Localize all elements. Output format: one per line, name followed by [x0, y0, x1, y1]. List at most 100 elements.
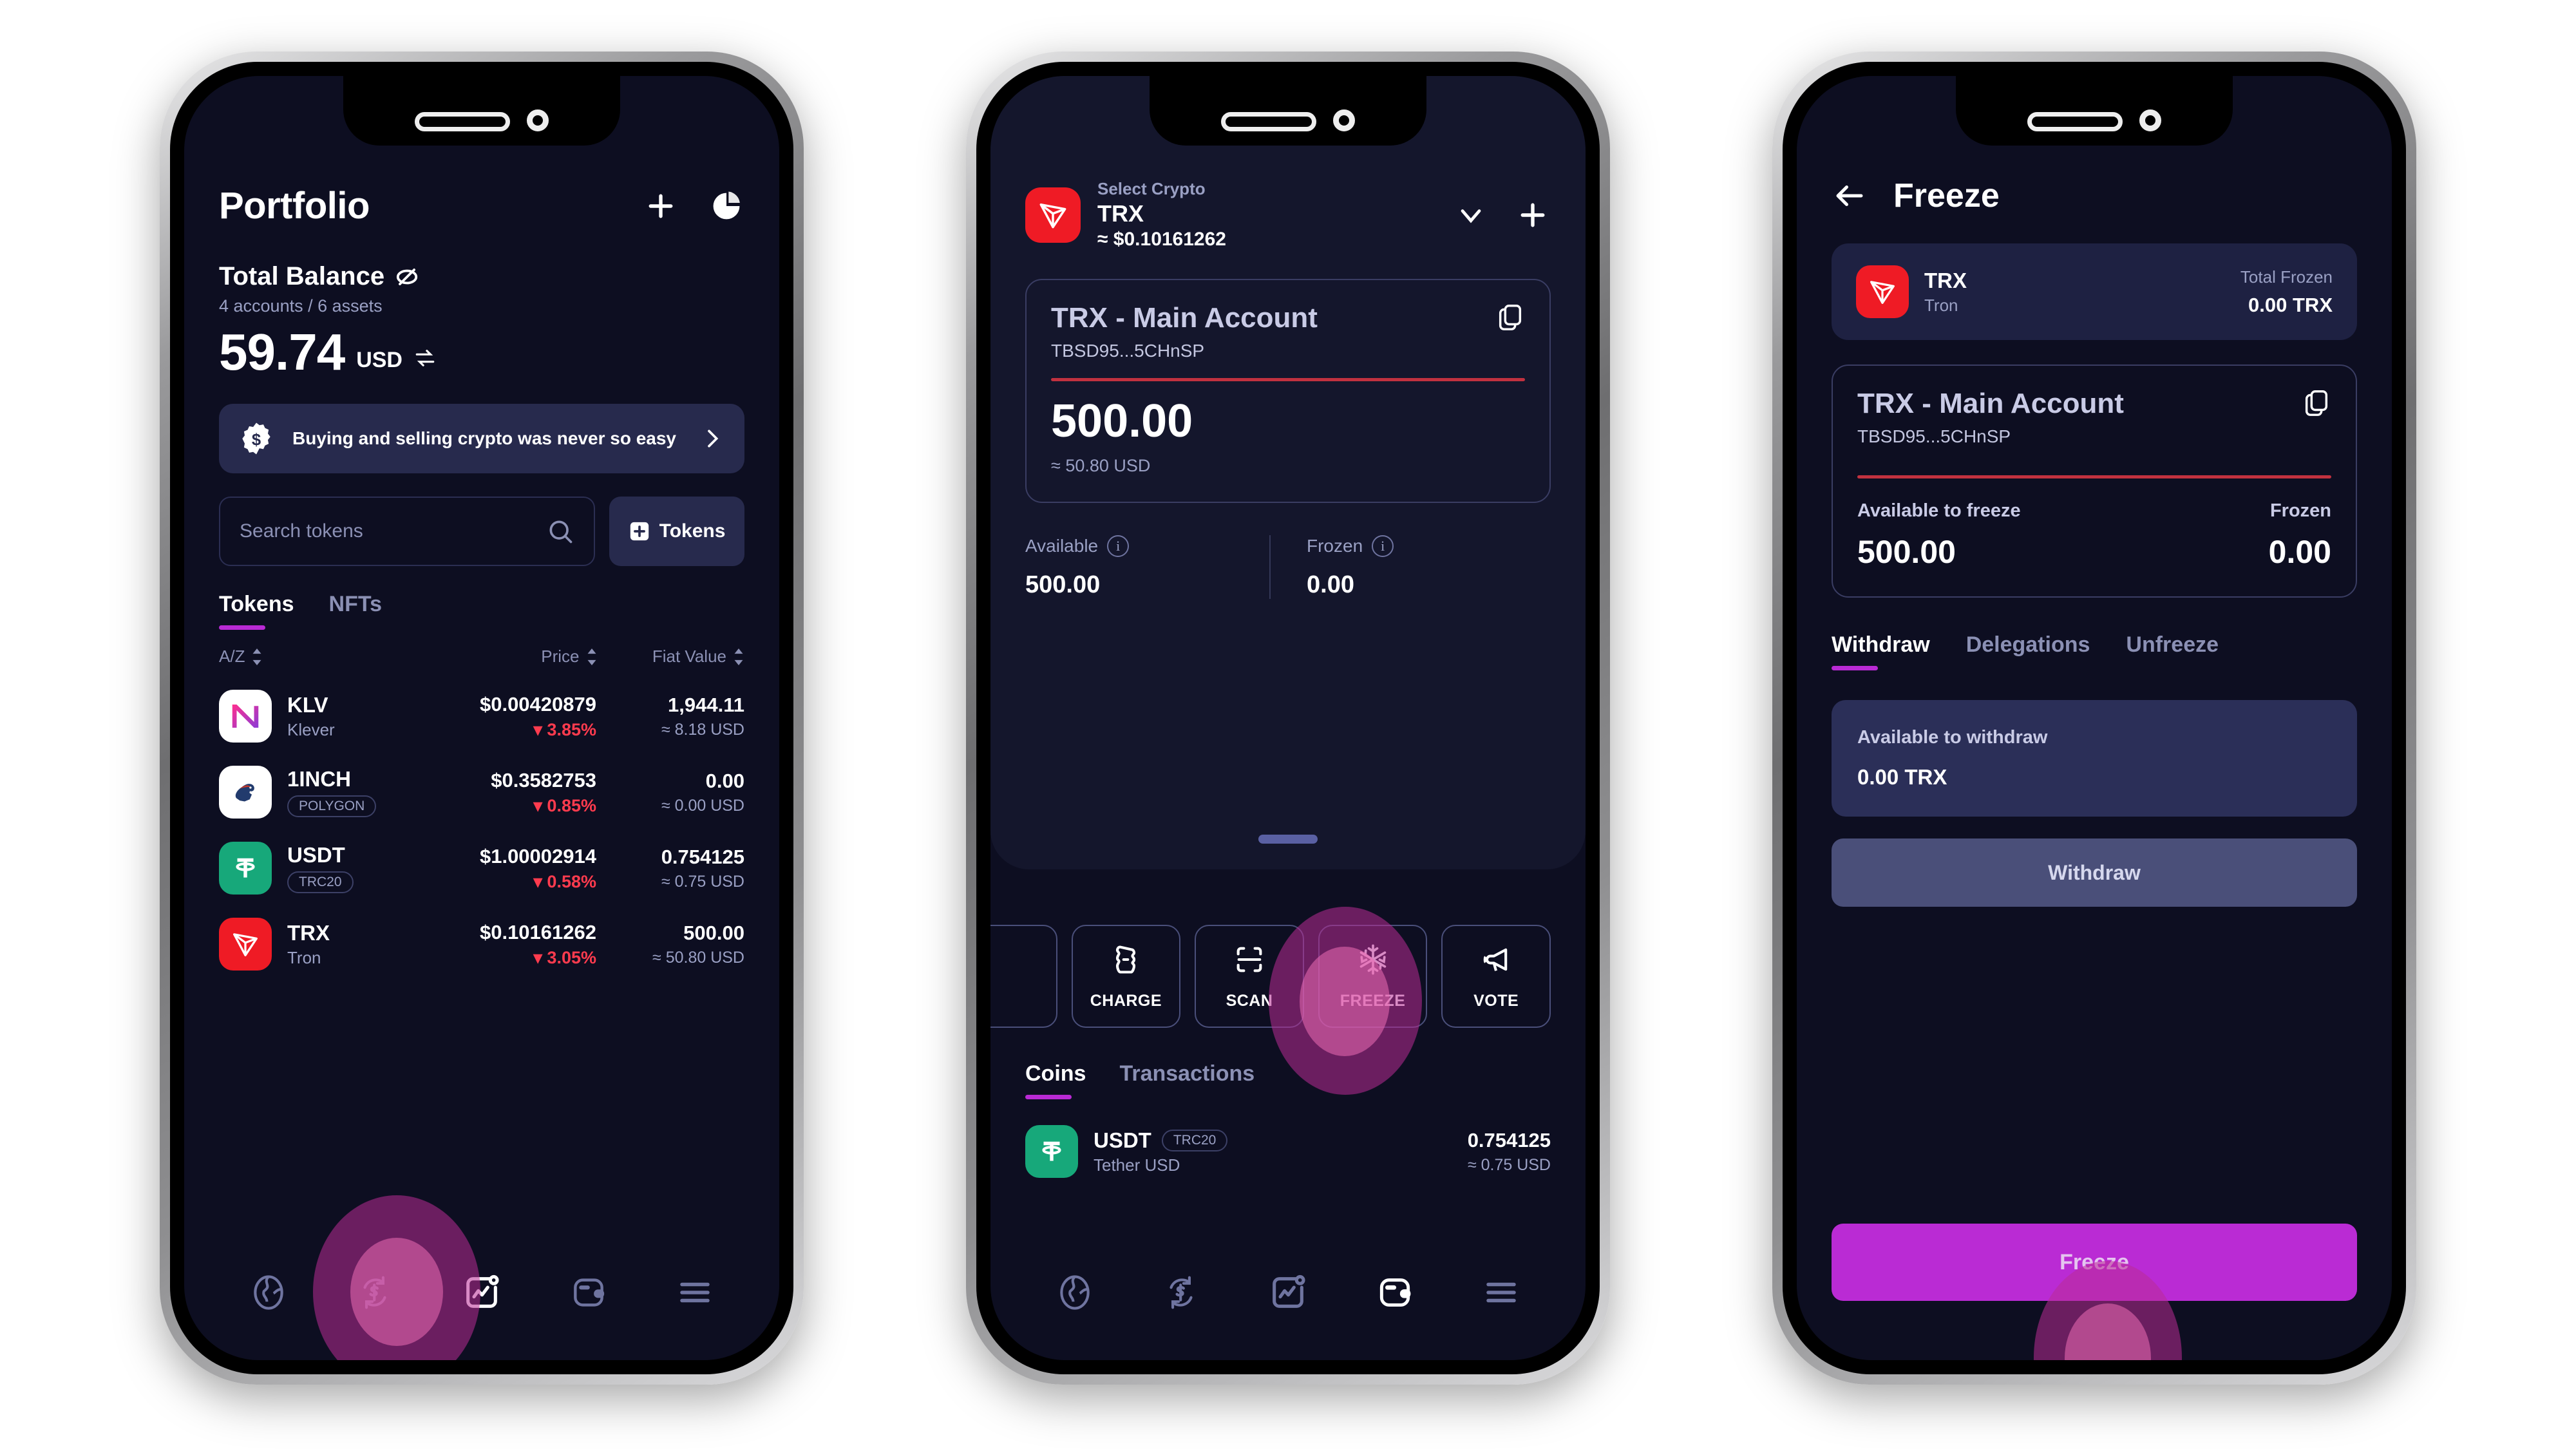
copy-icon[interactable]: [2302, 388, 2331, 417]
account-address: TBSD95...5CHnSP: [1051, 341, 1205, 361]
portfolio-header: Portfolio: [184, 184, 779, 227]
promo-banner[interactable]: $ Buying and selling crypto was never so…: [219, 404, 744, 473]
freeze-stats-row: Available to freeze 500.00 Frozen 0.00: [1857, 500, 2331, 571]
asset-symbol: TRX: [1924, 268, 1967, 292]
action-label: VOTE: [1473, 991, 1519, 1010]
quick-actions-row: CHARGE SCAN FREEZE VOTE: [990, 925, 1551, 1028]
table-row[interactable]: TRX Tron $0.10161262 ▾ 3.05% 500.00 ≈ 50…: [219, 918, 744, 971]
swap-dollar-icon[interactable]: [1159, 1270, 1204, 1315]
freeze-account-card: TRX - Main Account TBSD95...5CHnSP Avail…: [1832, 365, 2357, 598]
token-fiat-value: 0.00: [705, 769, 744, 792]
sort-icon: [252, 648, 261, 665]
tab-nfts[interactable]: NFTs: [329, 592, 382, 630]
frozen-stat: Frozen i 0.00: [1269, 535, 1551, 599]
front-camera-icon: [1333, 109, 1355, 131]
action-scan-button[interactable]: SCAN: [1195, 925, 1304, 1028]
action-label: SCAN: [1226, 991, 1273, 1010]
swap-icon[interactable]: [414, 347, 436, 369]
token-network-chip: POLYGON: [287, 795, 377, 817]
wallet-icon[interactable]: [1372, 1270, 1417, 1315]
swap-dollar-icon[interactable]: [352, 1270, 397, 1315]
asset-name: Tron: [1924, 295, 1958, 315]
portfolio-chart-icon[interactable]: [459, 1270, 504, 1315]
tab-unfreeze[interactable]: Unfreeze: [2126, 632, 2219, 670]
info-icon[interactable]: i: [1372, 535, 1394, 557]
search-row: Search tokens Tokens: [219, 497, 744, 566]
globe-icon[interactable]: [246, 1270, 291, 1315]
withdraw-button[interactable]: Withdraw: [1832, 838, 2357, 907]
asset-price: ≈ $0.10161262: [1097, 229, 1226, 250]
phone-3-screen: Freeze TRX Tron Total Frozen 0.00 TRX TR…: [1797, 76, 2392, 1360]
token-price: $0.00420879: [479, 692, 596, 715]
phone-1-bezel: Portfolio Total Balance 4 accounts / 6 a…: [170, 62, 793, 1374]
chevron-down-icon[interactable]: [1453, 197, 1489, 233]
action-button-partial[interactable]: [990, 925, 1057, 1028]
freeze-button[interactable]: Freeze: [1832, 1224, 2357, 1301]
freeze-tabs: Withdraw Delegations Unfreeze: [1832, 632, 2357, 670]
tab-transactions[interactable]: Transactions: [1119, 1061, 1255, 1099]
coin-network-chip: TRC20: [1161, 1129, 1228, 1151]
token-fiat-usd: ≈ 50.80 USD: [652, 948, 744, 967]
token-price: $0.10161262: [479, 920, 596, 943]
frozen-value: 0.00: [1307, 571, 1354, 598]
token-network-chip: TRC20: [287, 871, 354, 893]
trx-logo: [1025, 187, 1081, 243]
freeze-header: Freeze: [1797, 176, 2392, 215]
speaker-icon: [2027, 112, 2123, 131]
wallet-icon[interactable]: [566, 1270, 611, 1315]
account-name: TRX - Main Account: [1857, 388, 2124, 419]
arrow-left-icon[interactable]: [1832, 178, 1868, 214]
card-accent-rule: [1857, 475, 2331, 478]
info-icon[interactable]: i: [1107, 535, 1130, 557]
tab-withdraw[interactable]: Withdraw: [1832, 632, 1930, 670]
dollar-badge-icon: $: [242, 422, 270, 455]
column-sort-price[interactable]: Price: [440, 647, 598, 667]
bottom-nav: [184, 1247, 779, 1360]
table-row[interactable]: 1INCH POLYGON $0.3582753 ▾ 0.85% 0.00 ≈ …: [219, 766, 744, 819]
token-fiat-value: 1,944.11: [668, 693, 744, 716]
token-symbol: KLV: [287, 692, 328, 717]
plus-icon[interactable]: [643, 188, 679, 224]
action-freeze-button[interactable]: FREEZE: [1318, 925, 1428, 1028]
promo-text: Buying and selling crypto was never so e…: [292, 428, 676, 449]
token-fiat-usd: ≈ 8.18 USD: [661, 720, 744, 739]
eye-off-icon[interactable]: [395, 265, 419, 289]
search-input[interactable]: Search tokens: [219, 497, 595, 566]
front-camera-icon: [2139, 109, 2161, 131]
add-tokens-button[interactable]: Tokens: [609, 497, 744, 566]
trx-logo: [1856, 265, 1909, 318]
account-address: TBSD95...5CHnSP: [1857, 426, 2011, 446]
column-sort-fiat[interactable]: Fiat Value: [598, 647, 744, 667]
plus-icon[interactable]: [1515, 197, 1551, 233]
list-item[interactable]: USDT TRC20 Tether USD 0.754125 ≈ 0.75 US…: [1025, 1125, 1551, 1178]
tab-coins[interactable]: Coins: [1025, 1061, 1086, 1099]
table-row[interactable]: USDT TRC20 $1.00002914 ▾ 0.58% 0.754125 …: [219, 842, 744, 895]
action-label: FREEZE: [1340, 991, 1406, 1010]
copy-icon[interactable]: [1495, 302, 1525, 332]
chevron-right-icon[interactable]: [699, 426, 725, 451]
globe-icon[interactable]: [1052, 1270, 1097, 1315]
coin-symbol: USDT: [1094, 1128, 1151, 1152]
snowflake-icon: [1359, 943, 1386, 975]
pie-chart-icon[interactable]: [708, 188, 744, 224]
menu-icon[interactable]: [1479, 1270, 1524, 1315]
available-to-withdraw-card: Available to withdraw 0.00 TRX: [1832, 700, 2357, 817]
screenshot-stage: Portfolio Total Balance 4 accounts / 6 a…: [0, 0, 2576, 1449]
action-vote-button[interactable]: VOTE: [1441, 925, 1551, 1028]
tab-delegations[interactable]: Delegations: [1966, 632, 2090, 670]
1inch-logo: [219, 766, 272, 819]
action-charge-button[interactable]: CHARGE: [1071, 925, 1181, 1028]
portfolio-chart-icon[interactable]: [1265, 1270, 1311, 1315]
token-fiat-value: 500.00: [683, 921, 744, 944]
coins-transactions-tabs: Coins Transactions: [1025, 1061, 1551, 1099]
phone-1-screen: Portfolio Total Balance 4 accounts / 6 a…: [184, 76, 779, 1360]
frozen-value: 0.00: [2268, 534, 2331, 570]
menu-icon[interactable]: [672, 1270, 717, 1315]
column-sort-name[interactable]: A/Z: [219, 647, 440, 667]
total-balance-block: Total Balance 4 accounts / 6 assets 59.7…: [184, 227, 779, 378]
tab-tokens[interactable]: Tokens: [219, 592, 294, 630]
table-row[interactable]: KLV Klever $0.00420879 ▾ 3.85% 1,944.11 …: [219, 690, 744, 743]
drag-handle[interactable]: [1258, 835, 1318, 844]
search-icon: [549, 520, 573, 544]
coin-amount: 0.754125: [1467, 1128, 1551, 1151]
